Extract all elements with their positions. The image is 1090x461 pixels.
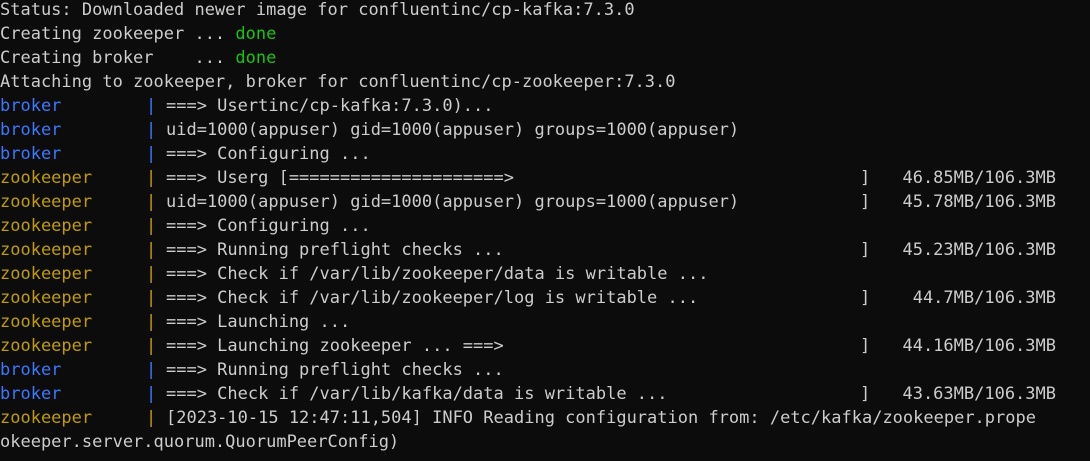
log-separator: | [146,312,157,332]
log-separator: | [146,288,157,308]
download-size: 43.63MB/106.3MB [902,384,1056,404]
download-size: 45.23MB/106.3MB [902,240,1056,260]
progress-bracket: ] [860,288,871,308]
clipped-line [0,454,1090,461]
log-message: ===> Running preflight checks ... [166,240,504,260]
done-status: done [235,24,277,44]
log-message: ===> Launching zookeeper ... ===> [166,336,504,356]
log-message: ===> Usertinc/cp-kafka:7.3.0)... [166,96,494,116]
log-line: broker | ===> Usertinc/cp-kafka:7.3.0)... [0,94,1090,118]
status-text: Status: Downloaded newer image for confl… [0,0,635,20]
log-separator: | [146,360,157,380]
log-message: ===> Check if /var/lib/kafka/data is wri… [166,384,668,404]
log-service: zookeeper [0,408,93,428]
log-service: zookeeper [0,288,93,308]
progress-bracket: ] [860,384,871,404]
done-status: done [235,48,277,68]
log-separator: | [146,264,157,284]
download-size: 44.16MB/106.3MB [902,336,1056,356]
log-service: zookeeper [0,216,93,236]
log-message: uid=1000(appuser) gid=1000(appuser) grou… [166,192,740,212]
log-line: broker | ===> Running preflight checks ... [0,358,1090,382]
log-line: broker | ===> Check if /var/lib/kafka/data… [0,382,1090,406]
log-line: zookeeper | ===> Launching zookeeper ... =… [0,334,1090,358]
log-separator: | [146,120,157,140]
log-message: uid=1000(appuser) gid=1000(appuser) grou… [166,120,740,140]
progress-bracket: ] [860,336,871,356]
log-service: zookeeper [0,240,93,260]
log-message: ===> Check if /var/lib/zookeeper/data is… [166,264,709,284]
log-service: broker [0,384,62,404]
log-line: zookeeper | ===> Launching ... [0,310,1090,334]
log-message: ===> Running preflight checks ... [166,360,504,380]
log-separator: | [146,168,157,188]
log-message: ===> Userg [=====================> [166,168,514,188]
log-service: broker [0,96,62,116]
log-service: zookeeper [0,312,93,332]
log-output: broker | ===> Usertinc/cp-kafka:7.3.0)... b… [0,94,1090,430]
log-service: broker [0,120,62,140]
log-message: [2023-10-15 12:47:11,504] INFO Reading c… [166,408,1036,428]
creating-broker-text: Creating broker ... [0,48,236,68]
log-separator: | [146,384,157,404]
log-service: zookeeper [0,264,93,284]
log-message: ===> Check if /var/lib/zookeeper/log is … [166,288,699,308]
download-size: 46.85MB/106.3MB [902,168,1056,188]
continuation-line: okeeper.server.quorum.QuorumPeerConfig) [0,430,1090,454]
log-message: ===> Launching ... [166,312,351,332]
continuation-text: okeeper.server.quorum.QuorumPeerConfig) [0,432,400,452]
log-separator: | [146,240,157,260]
terminal-window[interactable]: Status: Downloaded newer image for confl… [0,0,1090,461]
log-message: ===> Configuring ... [166,144,371,164]
log-service: broker [0,360,62,380]
log-separator: | [146,408,157,428]
log-separator: | [146,216,157,236]
download-size: 45.78MB/106.3MB [902,192,1056,212]
log-separator: | [146,192,157,212]
log-message: ===> Configuring ... [166,216,371,236]
log-service: zookeeper [0,336,93,356]
progress-bracket: ] [860,240,871,260]
progress-bracket: ] [860,192,871,212]
log-separator: | [146,144,157,164]
log-line: zookeeper | ===> Running preflight checks … [0,238,1090,262]
log-separator: | [146,336,157,356]
log-service: zookeeper [0,168,93,188]
status-line: Status: Downloaded newer image for confl… [0,0,1090,22]
creating-zookeeper-text: Creating zookeeper ... [0,24,236,44]
log-line: zookeeper | ===> Userg [==================… [0,166,1090,190]
log-separator: | [146,96,157,116]
download-size: 44.7MB/106.3MB [912,288,1056,308]
log-line: zookeeper | [2023-10-15 12:47:11,504] INFO… [0,406,1090,430]
attaching-text: Attaching to zookeeper, broker for confl… [0,72,676,92]
progress-bracket: ] [860,168,871,188]
log-line: zookeeper | ===> Check if /var/lib/zookeep… [0,262,1090,286]
creating-zookeeper-line: Creating zookeeper ... done [0,22,1090,46]
attaching-line: Attaching to zookeeper, broker for confl… [0,70,1090,94]
log-line: broker | ===> Configuring ... [0,142,1090,166]
log-line: broker | uid=1000(appuser) gid=1000(appuse… [0,118,1090,142]
creating-broker-line: Creating broker ... done [0,46,1090,70]
log-line: zookeeper | ===> Check if /var/lib/zookeep… [0,286,1090,310]
log-line: zookeeper | uid=1000(appuser) gid=1000(app… [0,190,1090,214]
log-service: broker [0,144,62,164]
log-line: zookeeper | ===> Configuring ... [0,214,1090,238]
log-service: zookeeper [0,192,93,212]
